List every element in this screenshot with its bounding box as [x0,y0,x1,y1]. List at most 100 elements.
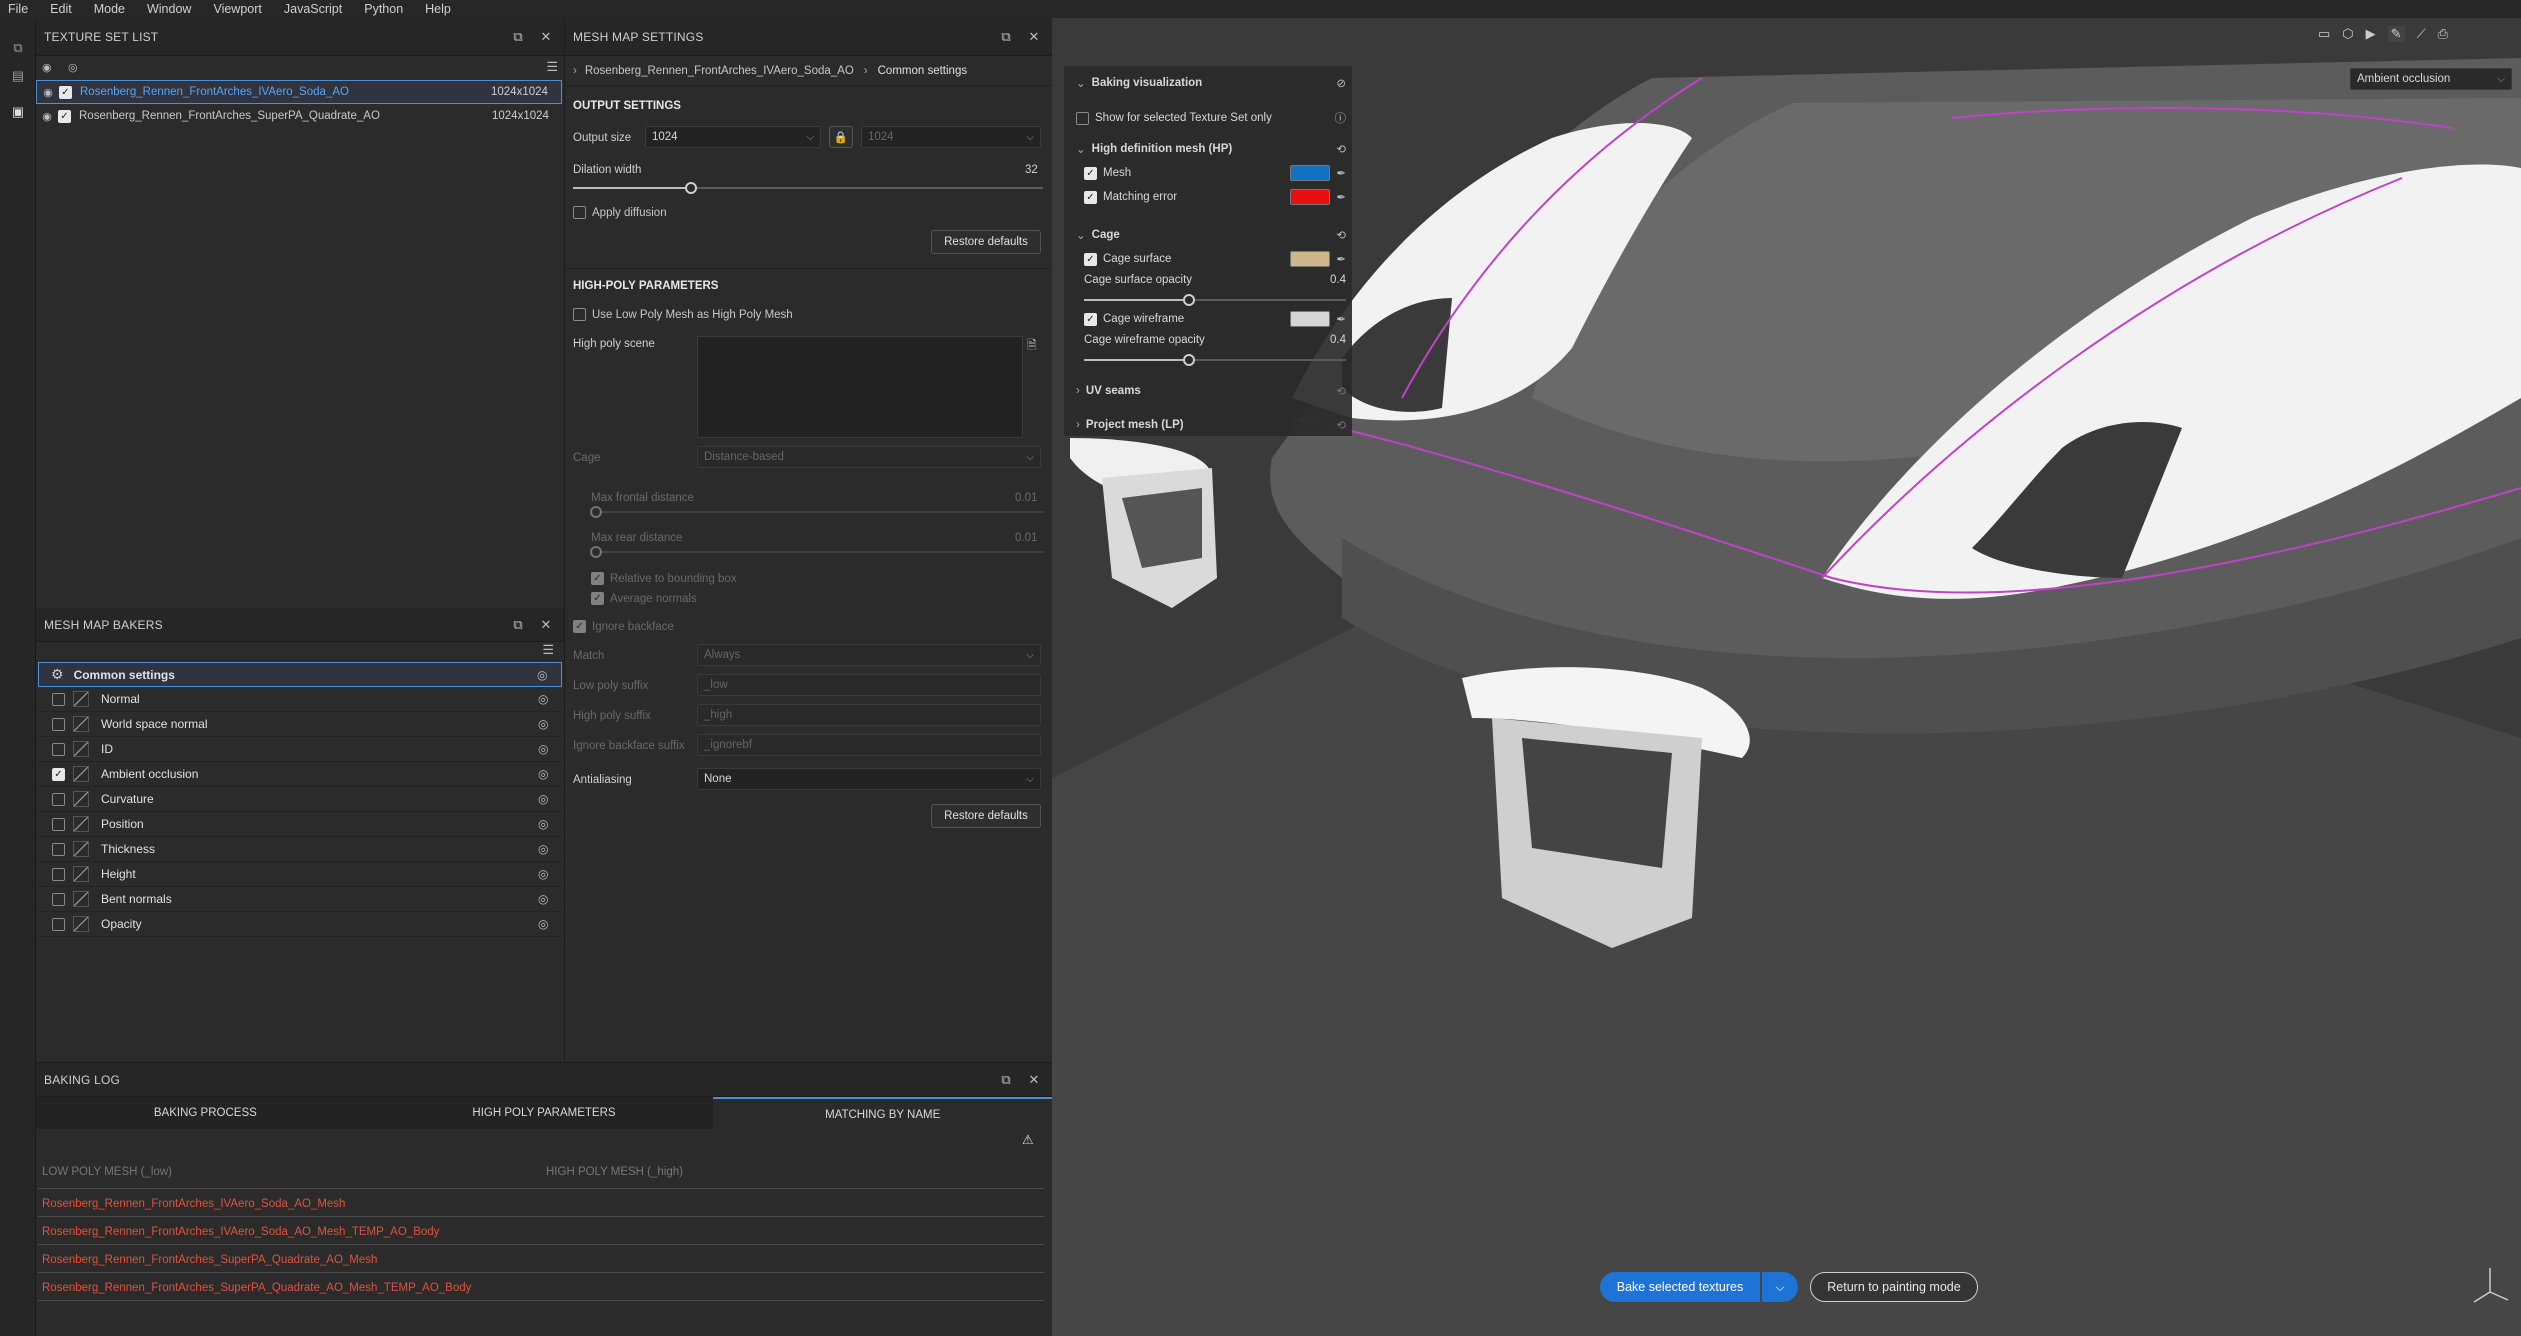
visibility-icon[interactable]: ◎ [538,817,556,831]
texture-set-checkbox[interactable]: ✓ [58,109,71,123]
cage-section-header[interactable]: ⌄ Cage ⟲ [1076,228,1346,242]
close-icon[interactable]: ✕ [1024,29,1044,45]
baker-checkbox[interactable] [52,742,65,756]
tab-high-poly-parameters[interactable]: HIGH POLY PARAMETERS [374,1097,714,1129]
visibility-icon[interactable]: ◎ [538,917,556,931]
filter-icon[interactable]: ☰ [542,642,554,657]
eyedropper-icon[interactable]: ✒ [1336,166,1346,180]
return-to-painting-button[interactable]: Return to painting mode [1810,1272,1978,1302]
restore-defaults-button[interactable]: Restore defaults [931,804,1041,828]
texture-set-row[interactable]: ◉ ✓ Rosenberg_Rennen_FrontArches_IVAero_… [36,80,562,104]
output-size-select[interactable]: 1024 ⌵ [645,126,821,148]
baker-row[interactable]: ID ◎ [38,737,562,762]
matching-error-color-swatch[interactable] [1290,189,1330,205]
close-icon[interactable]: ✕ [1024,1072,1044,1088]
show-selected-row[interactable]: Show for selected Texture Set only ⓘ [1076,110,1346,126]
undock-icon[interactable]: ⧉ [996,1072,1016,1088]
menu-item-python[interactable]: Python [364,2,403,16]
baker-row[interactable]: Bent normals ◎ [38,887,562,912]
cage-surface-color-swatch[interactable] [1290,251,1330,267]
baker-common-settings[interactable]: ⚙ Common settings ◎ [38,662,562,687]
baking-icon[interactable]: ▣ [9,104,27,120]
eye-icon[interactable]: ◉ [37,86,59,99]
baker-row[interactable]: Position ◎ [38,812,562,837]
menu-item-help[interactable]: Help [425,2,451,16]
screenshot-icon[interactable]: ⎙ [2438,26,2448,42]
brush-icon[interactable]: ⟋ [2417,26,2426,42]
visibility-icon[interactable]: ◎ [538,892,556,906]
visibility-icon[interactable]: ◎ [538,842,556,856]
baker-row[interactable]: Thickness ◎ [38,837,562,862]
info-icon[interactable]: ⓘ [1335,110,1347,126]
menu-item-mode[interactable]: Mode [94,2,125,16]
eyedropper-icon[interactable]: ✒ [1336,252,1346,266]
baker-checkbox[interactable] [52,892,65,906]
tab-matching-by-name[interactable]: MATCHING BY NAME [713,1097,1053,1129]
baker-row[interactable]: Normal ◎ [38,687,562,712]
baker-checkbox[interactable]: ✓ [52,767,65,781]
menu-item-javascript[interactable]: JavaScript [284,2,342,16]
restore-defaults-button[interactable]: Restore defaults [931,230,1041,254]
baker-checkbox[interactable] [52,792,65,806]
bake-selected-textures-button[interactable]: Bake selected textures [1600,1272,1760,1302]
tab-baking-process[interactable]: BAKING PROCESS [36,1097,375,1129]
close-icon[interactable]: ✕ [536,617,556,633]
menu-item-edit[interactable]: Edit [50,2,72,16]
baking-visualization-header[interactable]: ⌄ Baking visualization ⊘ [1076,76,1346,90]
matching-error-checkbox[interactable]: ✓ [1084,190,1097,204]
use-low-poly-checkbox[interactable] [573,308,586,321]
video-camera-icon[interactable]: ▶ [2366,26,2376,42]
baker-row[interactable]: ✓ Ambient occlusion ◎ [38,762,562,787]
eye-icon[interactable]: ◉ [36,110,58,123]
camera-frame-icon[interactable]: ▭ [2318,26,2330,42]
mesh-color-swatch[interactable] [1290,165,1330,181]
eyedropper-icon[interactable]: ✒ [1336,190,1346,204]
use-low-poly-row[interactable]: Use Low Poly Mesh as High Poly Mesh [573,308,793,321]
menu-item-file[interactable]: File [8,2,28,16]
eyedropper-icon[interactable]: ✒ [1336,312,1346,326]
close-icon[interactable]: ✕ [536,29,556,45]
visibility-icon[interactable]: ◎ [538,742,556,756]
mesh-checkbox[interactable]: ✓ [1084,166,1097,180]
visibility-icon[interactable]: ◎ [537,668,555,682]
baker-row[interactable]: Height ◎ [38,862,562,887]
visibility-icon[interactable]: ◎ [538,717,556,731]
baker-checkbox[interactable] [52,817,65,831]
layers-icon[interactable]: ⧉ [9,40,27,56]
texture-set-row[interactable]: ◉ ✓ Rosenberg_Rennen_FrontArches_SuperPA… [36,104,562,128]
visibility-icon[interactable]: ◎ [538,867,556,881]
cage-wireframe-color-swatch[interactable] [1290,311,1330,327]
uv-seams-header[interactable]: › UV seams ⟲ [1076,384,1346,398]
baker-row[interactable]: Curvature ◎ [38,787,562,812]
filter-icon[interactable]: ☰ [546,59,558,75]
cage-surface-checkbox[interactable]: ✓ [1084,252,1097,266]
baker-checkbox[interactable] [52,692,65,706]
baker-checkbox[interactable] [52,717,65,731]
undock-icon[interactable]: ⧉ [508,29,528,45]
cage-wireframe-opacity-slider[interactable] [1084,354,1346,366]
antialiasing-select[interactable]: None ⌵ [697,768,1041,790]
high-poly-scene-list[interactable] [697,336,1023,438]
menu-item-viewport[interactable]: Viewport [213,2,261,16]
baker-checkbox[interactable] [52,917,65,931]
hp-section-header[interactable]: ⌄ High definition mesh (HP) ⟲ [1076,142,1346,156]
apply-diffusion-row[interactable]: Apply diffusion [573,206,667,219]
dilation-slider[interactable] [573,182,1043,194]
baker-row[interactable]: Opacity ◎ [38,912,562,937]
reset-icon[interactable]: ⟲ [1336,418,1346,432]
cage-surface-opacity-slider[interactable] [1084,294,1346,306]
bake-options-dropdown[interactable]: ⌵ [1762,1272,1798,1302]
menu-item-window[interactable]: Window [147,2,191,16]
lock-icon[interactable]: 🔒 [829,126,853,148]
cage-wireframe-checkbox[interactable]: ✓ [1084,312,1097,326]
cube-icon[interactable]: ⬡ [2342,26,2353,42]
baker-row[interactable]: World space normal ◎ [38,712,562,737]
breadcrumb-texture-set[interactable]: Rosenberg_Rennen_FrontArches_IVAero_Soda… [585,65,854,77]
reset-icon[interactable]: ⟲ [1336,142,1346,156]
visibility-icon[interactable]: ◎ [538,767,556,781]
visibility-icon[interactable]: ◎ [538,692,556,706]
reset-icon[interactable]: ⟲ [1336,384,1346,398]
reset-icon[interactable]: ⟲ [1336,228,1346,242]
baker-checkbox[interactable] [52,867,65,881]
visibility-icon[interactable]: ◎ [538,792,556,806]
